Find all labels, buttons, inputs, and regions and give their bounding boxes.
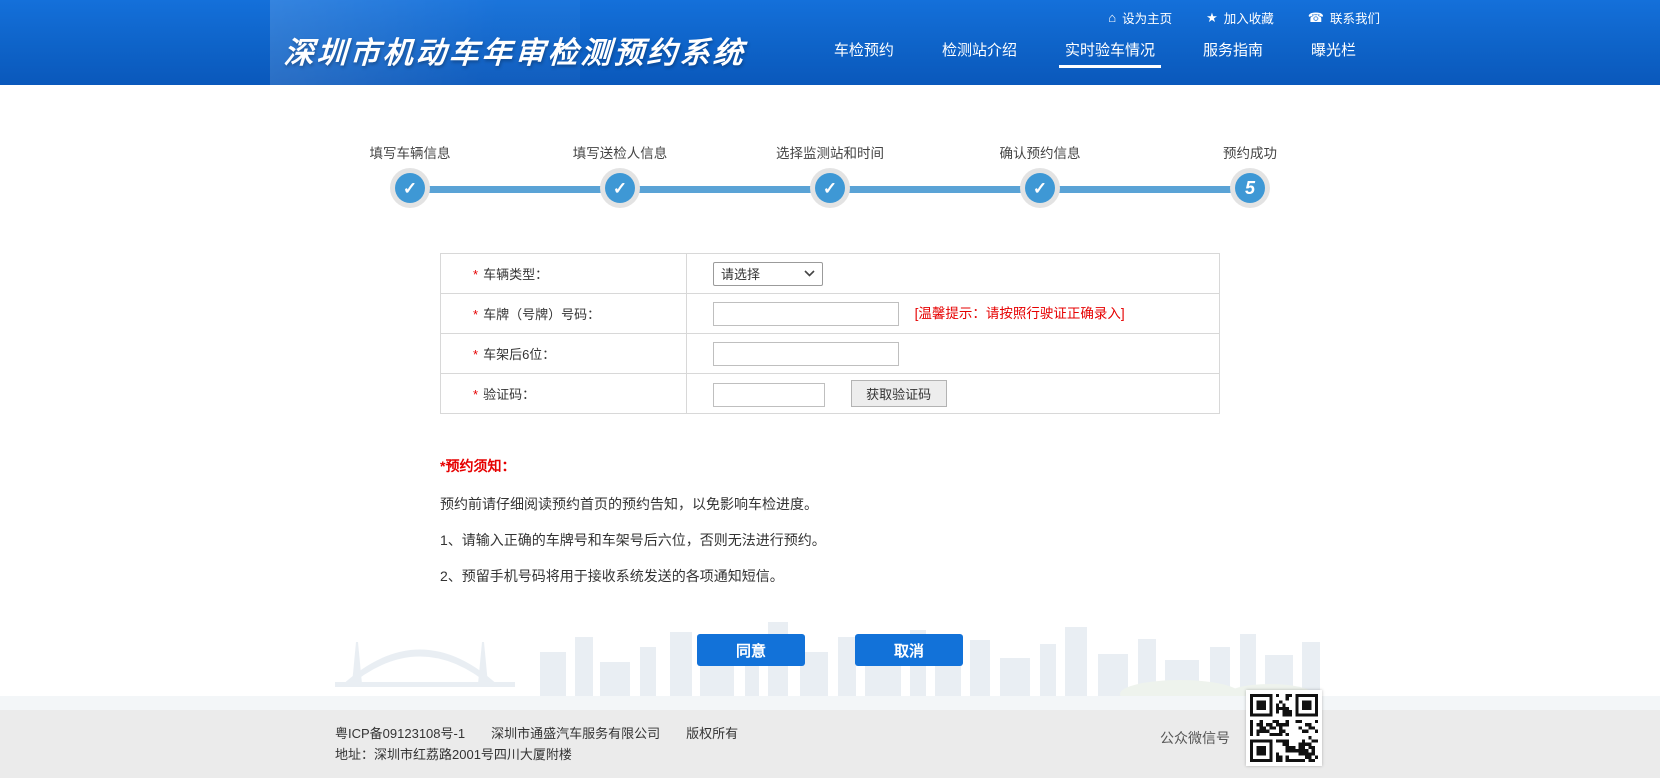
phone-icon: ☎	[1308, 11, 1324, 24]
set-homepage-link[interactable]: ⌂ 设为主页	[1108, 8, 1172, 26]
step-label: 填写送检人信息	[573, 142, 668, 162]
copyright-text: 版权所有	[686, 726, 738, 741]
step-booking-success: 预约成功 5	[1145, 142, 1355, 203]
required-asterisk: *	[473, 307, 478, 322]
step-label: 确认预约信息	[1000, 142, 1081, 162]
plate-number-input[interactable]	[713, 302, 899, 326]
notice-line: 预约前请仔细阅读预约首页的预约告知，以免影响车检进度。	[440, 494, 1220, 514]
notice-title: *预约须知：	[440, 456, 1220, 476]
required-asterisk: *	[473, 267, 478, 282]
step-fill-vehicle-info: 填写车辆信息 ✓	[305, 142, 515, 203]
table-row-captcha: * 验证码： 获取验证码	[441, 374, 1220, 414]
nav-item-station-introduction[interactable]: 检测站介绍	[918, 29, 1041, 72]
step-label: 选择监测站和时间	[776, 142, 884, 162]
check-icon: ✓	[613, 180, 627, 197]
captcha-input[interactable]	[713, 383, 825, 407]
captcha-label-cell: * 验证码：	[441, 374, 687, 414]
vin-last6-control-cell	[687, 334, 1220, 374]
qr-code-pattern	[1250, 694, 1318, 762]
step-circle-completed: ✓	[815, 173, 845, 203]
step-number: 5	[1245, 179, 1255, 197]
main-nav: 车检预约 检测站介绍 实时验车情况 服务指南 曝光栏	[810, 29, 1380, 72]
booking-notice: *预约须知： 预约前请仔细阅读预约首页的预约告知，以免影响车检进度。 1、请输入…	[440, 456, 1220, 586]
captcha-control-cell: 获取验证码	[687, 374, 1220, 414]
table-row-vin-last6: * 车架后6位：	[441, 334, 1220, 374]
plate-number-label: 车牌（号牌）号码：	[483, 307, 600, 322]
step-fill-inspector-info: 填写送检人信息 ✓	[515, 142, 725, 203]
step-label: 填写车辆信息	[370, 142, 451, 162]
vehicle-type-select[interactable]: 请选择	[713, 262, 823, 286]
page: ⌂ 设为主页 ★ 加入收藏 ☎ 联系我们 深圳市机动车年审检测预约系统 车检预约…	[0, 0, 1660, 778]
step-label: 预约成功	[1223, 142, 1277, 162]
home-icon: ⌂	[1108, 11, 1116, 24]
agree-button[interactable]: 同意	[697, 634, 805, 666]
topbar: ⌂ 设为主页 ★ 加入收藏 ☎ 联系我们	[280, 0, 1380, 26]
check-icon: ✓	[1033, 180, 1047, 197]
notice-line: 2、预留手机号码将用于接收系统发送的各项通知短信。	[440, 566, 1220, 586]
check-icon: ✓	[403, 180, 417, 197]
nav-item-vehicle-inspection-booking[interactable]: 车检预约	[810, 29, 918, 72]
form-actions: 同意 取消	[440, 634, 1220, 666]
site-title: 深圳市机动车年审检测预约系统	[279, 28, 747, 72]
steps-progress: 填写车辆信息 ✓ 填写送检人信息 ✓ 选择监测站和时间 ✓ 确认预约信息	[305, 142, 1355, 208]
notice-line: 1、请输入正确的车牌号和车架号后六位，否则无法进行预约。	[440, 530, 1220, 550]
step-circle-number: 5	[1235, 173, 1265, 203]
vehicle-type-label: 车辆类型：	[483, 267, 548, 282]
vehicle-type-control-cell: 请选择	[687, 254, 1220, 294]
add-favorite-link[interactable]: ★ 加入收藏	[1206, 8, 1274, 26]
table-row-plate-number: * 车牌（号牌）号码： [温馨提示：请按照行驶证正确录入]	[441, 294, 1220, 334]
site-header: ⌂ 设为主页 ★ 加入收藏 ☎ 联系我们 深圳市机动车年审检测预约系统 车检预约…	[0, 0, 1660, 85]
cancel-button[interactable]: 取消	[855, 634, 963, 666]
site-footer: 粤ICP备09123108号-1深圳市通盛汽车服务有限公司版权所有 地址：深圳市…	[0, 710, 1660, 778]
required-asterisk: *	[473, 387, 478, 402]
add-favorite-label: 加入收藏	[1224, 8, 1274, 27]
step-circle-completed: ✓	[1025, 173, 1055, 203]
plate-number-label-cell: * 车牌（号牌）号码：	[441, 294, 687, 334]
vin-last6-label: 车架后6位：	[483, 347, 555, 362]
vin-last6-label-cell: * 车架后6位：	[441, 334, 687, 374]
vin-last6-input[interactable]	[713, 342, 899, 366]
set-homepage-label: 设为主页	[1122, 8, 1172, 27]
get-captcha-button[interactable]: 获取验证码	[851, 380, 947, 407]
required-asterisk: *	[473, 347, 478, 362]
table-row-vehicle-type: * 车辆类型： 请选择	[441, 254, 1220, 294]
captcha-label: 验证码：	[483, 387, 535, 402]
chevron-down-icon	[804, 270, 815, 277]
check-icon: ✓	[823, 180, 837, 197]
step-circle-completed: ✓	[605, 173, 635, 203]
nav-item-service-guide[interactable]: 服务指南	[1179, 29, 1287, 72]
vehicle-type-selected-value: 请选择	[721, 264, 760, 283]
nav-item-realtime-inspection-status[interactable]: 实时验车情况	[1041, 29, 1179, 72]
wechat-qr-code	[1246, 690, 1322, 766]
step-confirm-booking-info: 确认预约信息 ✓	[935, 142, 1145, 203]
contact-us-label: 联系我们	[1330, 8, 1380, 27]
company-name: 深圳市通盛汽车服务有限公司	[491, 726, 660, 741]
plate-number-hint: [温馨提示：请按照行驶证正确录入]	[915, 306, 1125, 321]
plate-number-control-cell: [温馨提示：请按照行驶证正确录入]	[687, 294, 1220, 334]
wechat-account-label: 公众微信号	[1160, 728, 1230, 748]
form-table: * 车辆类型： 请选择 * 车牌（号牌）号码： [温馨提示：请按照行驶证正确录入]	[440, 253, 1220, 414]
nav-item-exposure-board[interactable]: 曝光栏	[1287, 29, 1380, 72]
star-icon: ★	[1206, 11, 1218, 24]
step-circle-completed: ✓	[395, 173, 425, 203]
vehicle-type-label-cell: * 车辆类型：	[441, 254, 687, 294]
step-choose-station-time: 选择监测站和时间 ✓	[725, 142, 935, 203]
icp-number: 粤ICP备09123108号-1	[335, 726, 465, 741]
booking-form: * 车辆类型： 请选择 * 车牌（号牌）号码： [温馨提示：请按照行驶证正确录入]	[440, 253, 1220, 666]
contact-us-link[interactable]: ☎ 联系我们	[1308, 8, 1380, 26]
